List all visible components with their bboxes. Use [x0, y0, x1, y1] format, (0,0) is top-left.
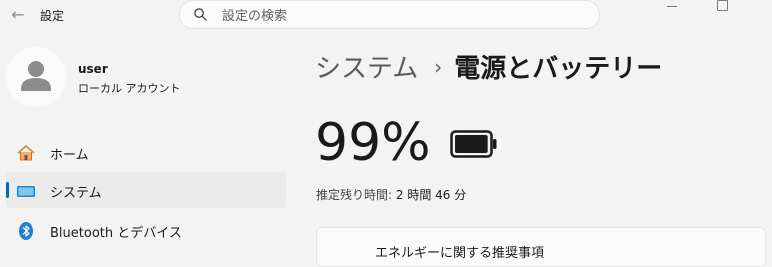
sidebar-item-system[interactable]: システム	[6, 172, 286, 208]
bluetooth-icon	[19, 222, 33, 240]
page-title: 電源とバッテリー	[454, 54, 663, 84]
battery-percentage: 99%	[315, 113, 431, 173]
estimated-time-remaining: 推定残り時間: 2 時間 46 分	[316, 186, 466, 203]
home-icon	[17, 145, 35, 161]
battery-icon	[450, 130, 497, 158]
title-bar: ← 設定	[0, 0, 772, 32]
search-input[interactable]	[220, 4, 584, 28]
breadcrumb: システム › 電源とバッテリー	[315, 48, 662, 85]
minimize-button[interactable]	[650, 0, 696, 14]
back-arrow-icon: ←	[11, 5, 25, 24]
app-title: 設定	[40, 9, 65, 23]
account-type: ローカル アカウント	[78, 82, 181, 95]
selection-indicator	[6, 182, 9, 198]
maximize-button[interactable]	[699, 0, 745, 14]
back-button[interactable]: ←	[6, 4, 30, 26]
sidebar-item-label: システム	[50, 186, 102, 201]
sidebar-item-home[interactable]: ホーム	[6, 134, 286, 170]
user-name: user	[78, 62, 108, 76]
search-icon	[194, 8, 207, 21]
breadcrumb-parent[interactable]: システム	[315, 54, 418, 84]
remaining-value: 2 時間 46 分	[395, 188, 467, 202]
avatar	[6, 47, 66, 107]
sidebar-item-label: ホーム	[50, 148, 89, 163]
chevron-right-icon: ›	[434, 55, 443, 79]
monitor-icon	[17, 186, 35, 197]
person-icon	[21, 61, 51, 91]
energy-recommendations-card[interactable]: エネルギーに関する推奨事項	[316, 227, 766, 267]
card-title: エネルギーに関する推奨事項	[375, 246, 545, 261]
search-box[interactable]	[179, 0, 600, 29]
remaining-label: 推定残り時間:	[316, 188, 393, 202]
sidebar-item-label: Bluetooth とデバイス	[50, 226, 182, 241]
sidebar-item-bluetooth[interactable]: Bluetooth とデバイス	[6, 212, 286, 248]
